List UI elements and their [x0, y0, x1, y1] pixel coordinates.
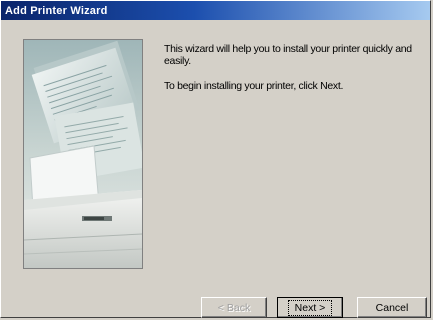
wizard-description: This wizard will help you to install you…	[164, 43, 412, 67]
cancel-button-label: Cancel	[375, 301, 409, 314]
add-printer-wizard-window: Add Printer Wizard This wizard will help…	[0, 0, 431, 318]
title-bar[interactable]: Add Printer Wizard	[1, 1, 430, 20]
wizard-button-row: < Back Next > Cancel	[1, 297, 432, 319]
printer-wizard-illustration	[23, 39, 143, 269]
cancel-button[interactable]: Cancel	[357, 297, 427, 318]
back-button[interactable]: < Back	[201, 297, 267, 318]
printer-illustration-icon	[24, 40, 142, 268]
window-title: Add Printer Wizard	[5, 4, 108, 17]
wizard-intro-text: This wizard will help you to install you…	[164, 43, 426, 105]
next-button[interactable]: Next >	[277, 297, 343, 318]
next-button-label: Next >	[287, 299, 333, 316]
wizard-instruction: To begin installing your printer, click …	[164, 80, 344, 92]
back-button-label: < Back	[217, 301, 251, 314]
